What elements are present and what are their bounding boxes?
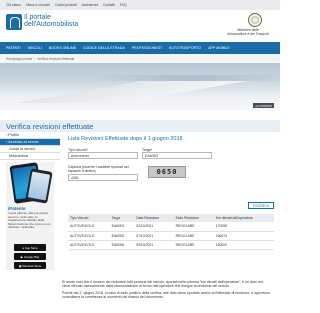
nav-item-books-online[interactable]: BOOKS ONLINE — [49, 46, 76, 50]
nav-item-codice-strada[interactable]: CODICE DELLA STRADA — [83, 46, 125, 50]
table-cell: EA605G — [109, 240, 135, 250]
captcha-value: 4451 — [71, 175, 79, 180]
plate-input[interactable]: EA605G — [142, 152, 212, 159]
sidebar-item-accesso-servizi[interactable]: › Accesso ai servizi — [0, 139, 60, 146]
breadcrumb-separator-icon: › — [34, 56, 36, 61]
breadcrumb-current: Verifica revisioni effettuate — [37, 56, 75, 61]
table-cell: AUTOVEICOLO — [68, 240, 110, 250]
table-cell: REGOLARE — [173, 240, 214, 250]
republic-emblem-icon — [248, 13, 262, 27]
google-play-button[interactable]: ▶ Google Play — [14, 253, 46, 260]
table-cell: 160674 — [213, 231, 274, 241]
results-title: Lista Revisioni Effettuate dopo il 1 giu… — [68, 136, 183, 142]
nav-item-autotrasporto[interactable]: AUTOTRASPORTO — [169, 46, 201, 50]
play-icon: ▶ — [20, 254, 23, 259]
nav-item-professionisti[interactable]: PROFESSIONISTI — [132, 46, 162, 50]
sidebar-item-label: Accesso ai servizi — [8, 140, 39, 144]
apple-icon: ● — [22, 245, 25, 250]
hero-banner: ◂ CONDIVIDI — [0, 63, 280, 111]
captcha-input[interactable]: 4451 — [68, 174, 138, 181]
share-button[interactable]: ◂ CONDIVIDI — [253, 103, 274, 108]
link-contatti[interactable]: Contatti — [103, 3, 115, 7]
table-cell: EA605G — [109, 231, 135, 241]
table-cell: 09/10/2021 — [134, 240, 174, 250]
portal-logo-icon[interactable] — [6, 14, 22, 30]
column-header: Tipo Veicolo — [68, 214, 110, 222]
table-header-row: Tipo Veicolo Targa Data Revisione Esito … — [68, 214, 274, 222]
table-cell: EA605G — [109, 222, 135, 232]
column-header: Targa — [109, 214, 135, 222]
promo-text: I punti patente, dati sui veicoli, servi… — [8, 211, 51, 230]
sidebar-item-label: Modulistica — [9, 154, 28, 158]
table-cell: 07/10/2021 — [134, 231, 174, 241]
info-paragraph-1: Si rende noto che il numero dei chilomet… — [62, 280, 264, 289]
link-assistenza[interactable]: Assistenza — [82, 3, 98, 7]
column-header: Esito Revisione — [173, 214, 214, 222]
ministry-name: Ministero delle Infrastrutture e dei Tra… — [220, 28, 276, 37]
nav-item-veicoli[interactable]: VEICOLI — [28, 46, 42, 50]
sidebar-item-modulistica[interactable]: Modulistica — [0, 153, 60, 160]
sidebar-item-guida-servizi[interactable]: Guida ai servizi — [0, 146, 60, 153]
table-cell: AUTOVEICOLO — [68, 231, 110, 241]
ipatente-promo: iPatente I punti patente, dati sui veico… — [6, 162, 54, 270]
nav-item-patenti[interactable]: PATENTI — [6, 46, 21, 50]
link-faq[interactable]: FAQ — [120, 3, 127, 7]
captcha-image: 0650 — [148, 166, 186, 178]
table-cell: 150000 — [213, 240, 274, 250]
info-paragraph-2: Poiché dal 1° giugno 2018, in caso di es… — [62, 290, 270, 300]
table-row: AUTOVEICOLO EA605G 09/10/2021 REGOLARE 1… — [68, 240, 274, 250]
table-row: AUTOVEICOLO EA605G 07/10/2021 REGOLARE 1… — [68, 231, 274, 241]
sidebar-item-profilo[interactable]: › Profilo — [0, 132, 60, 139]
chevron-right-icon: › — [6, 133, 8, 137]
link-codici[interactable]: Codici prodotti — [55, 3, 77, 7]
plate-value: EA605G — [145, 153, 159, 158]
portal-brand[interactable]: Il portale dell'Automobilista — [24, 14, 78, 28]
table-cell: 02/10/2021 — [134, 222, 174, 232]
revisions-table: Tipo Veicolo Targa Data Revisione Esito … — [68, 214, 274, 250]
search-button[interactable]: RICERCA — [248, 202, 274, 209]
chevron-right-icon: › — [6, 140, 8, 144]
share-icon: ◂ — [255, 103, 257, 108]
table-row: AUTOVEICOLO EA605G 02/10/2021 REGOLARE 1… — [68, 222, 274, 232]
top-utility-bar: Chi siamo News e circolari Codici prodot… — [0, 0, 280, 10]
page-title: Verifica revisioni effettuate — [6, 121, 94, 131]
store-label: Windows Store — [22, 263, 42, 268]
vehicle-type-select[interactable]: Autoveicolo — [68, 152, 138, 159]
column-header: Km rilevati dall'operatore — [213, 214, 274, 222]
page-title-bar: Verifica revisioni effettuate — [0, 120, 280, 132]
store-label: Google Play — [23, 254, 40, 259]
windows-icon: ▦ — [18, 263, 22, 268]
table-cell: 170055 — [213, 222, 274, 232]
brand-line-2: dell'Automobilista — [24, 21, 79, 28]
link-news[interactable]: News e circolari — [26, 3, 50, 7]
breadcrumb: Homepage portale › Verifica revisioni ef… — [0, 54, 280, 63]
table-cell: AUTOVEICOLO — [68, 222, 110, 232]
main-nav: PATENTI VEICOLI BOOKS ONLINE CODICE DELL… — [0, 42, 280, 54]
phone-image-icon — [25, 168, 53, 204]
column-header: Data Revisione — [134, 214, 174, 222]
vehicle-type-value: Autoveicolo — [71, 153, 90, 158]
link-chi-siamo[interactable]: Chi siamo — [6, 3, 21, 7]
brand-line-1: Il portale — [24, 14, 51, 21]
table-cell: REGOLARE — [173, 222, 214, 232]
sidebar-item-label: Guida ai servizi — [9, 147, 35, 151]
site-header: Il portale dell'Automobilista Ministero … — [0, 10, 280, 42]
windows-store-button[interactable]: ▦ Windows Store — [14, 262, 46, 269]
captcha-label: Captcha (Inserire i caratteri riportati … — [68, 165, 129, 173]
app-store-button[interactable]: ● App Store — [14, 244, 46, 251]
info-note: Si rende noto che il numero dei chilomet… — [62, 280, 272, 302]
nav-item-app-mobile[interactable]: APP MOBILE — [208, 46, 230, 50]
breadcrumb-home[interactable]: Homepage portale — [6, 57, 32, 61]
share-label: CONDIVIDI — [257, 103, 272, 108]
ministry-line-2: Infrastrutture e dei Trasporti — [227, 31, 269, 36]
sidebar-item-label: Profilo — [8, 133, 20, 137]
store-label: App Store — [25, 245, 38, 250]
table-cell: REGOLARE — [173, 231, 214, 241]
